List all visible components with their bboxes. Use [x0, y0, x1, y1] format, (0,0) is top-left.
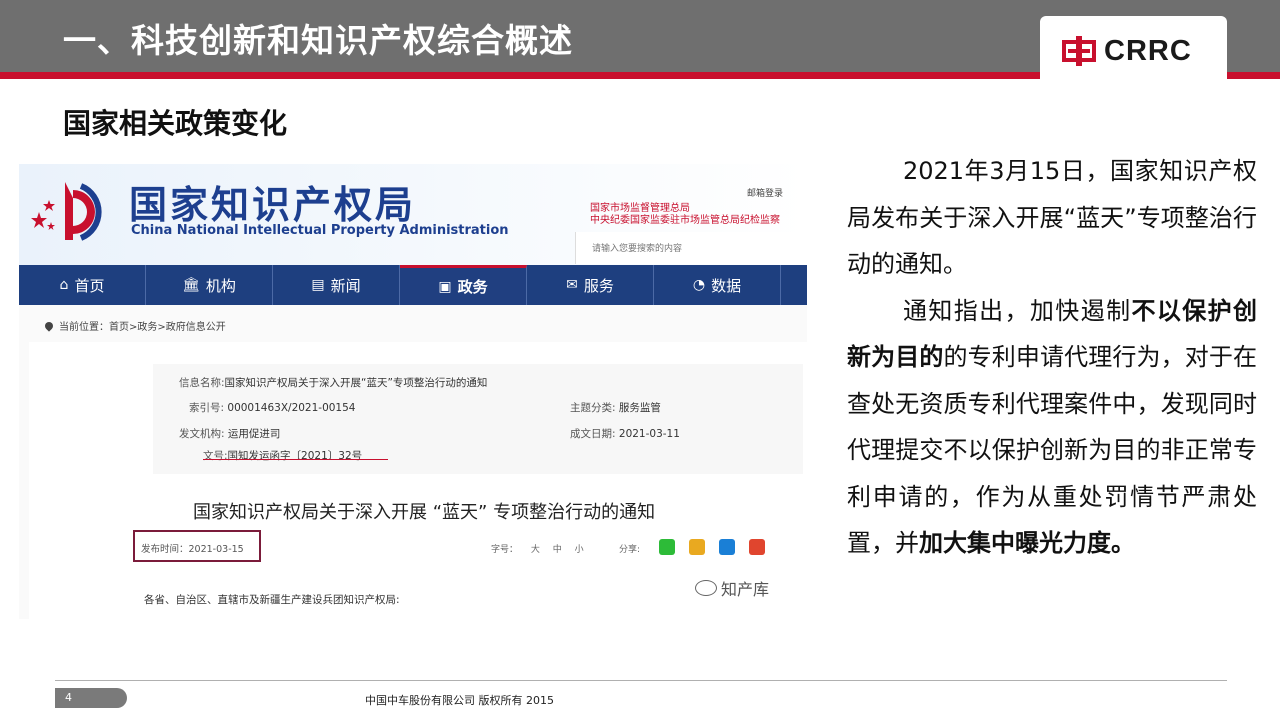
publish-date: 发布时间：2021-03-15	[141, 544, 244, 555]
news-icon: ▤	[311, 277, 325, 293]
nav-item-government[interactable]: ▣ 政务	[400, 265, 527, 305]
nav-label: 机构	[205, 276, 236, 295]
qzone-icon[interactable]	[689, 539, 705, 555]
cnipa-name-cn: 国家知识产权局	[129, 183, 417, 227]
service-icon: ✉	[566, 277, 578, 293]
crrc-logo: CRRC	[1040, 16, 1227, 120]
info-name: 信息名称:国家知识产权局关于深入开展“蓝天”专项整治行动的通知	[179, 377, 488, 389]
nav-item-news[interactable]: ▤ 新闻	[273, 265, 400, 305]
watermark: 知产库	[695, 576, 769, 600]
nav-label: 服务	[583, 276, 614, 295]
cnipa-nav: ⌂ 首页 🏛 机构 ▤ 新闻 ▣ 政务 ✉ 服务 ◔ 数据	[19, 265, 807, 305]
publish-date-highlight: 发布时间：2021-03-15	[133, 530, 261, 562]
nav-label: 新闻	[330, 276, 361, 295]
paragraph-1: 2021年3月15日，国家知识产权局发布关于深入开展“蓝天”专项整治行动的通知。	[847, 157, 1257, 278]
nav-item-service[interactable]: ✉ 服务	[527, 265, 654, 305]
nav-item-data[interactable]: ◔ 数据	[654, 265, 781, 305]
page-number: 4	[65, 691, 72, 704]
nav-item-home[interactable]: ⌂ 首页	[19, 265, 146, 305]
share-label: 分享:	[619, 545, 641, 555]
content-panel: 信息名称:国家知识产权局关于深入开展“蓝天”专项整治行动的通知 索引号: 000…	[29, 342, 807, 619]
institution-icon: 🏛	[182, 277, 200, 293]
info-issuer: 发文机构: 运用促进司	[179, 428, 281, 440]
page-number-badge: 4	[55, 688, 127, 708]
footer-divider	[55, 680, 1227, 681]
info-topic: 主题分类: 服务监管	[570, 402, 661, 414]
info-date: 成文日期: 2021-03-11	[570, 428, 680, 440]
cnipa-banner: 国家知识产权局 China National Intellectual Prop…	[19, 164, 807, 265]
document-body: 各省、自治区、直辖市及新疆生产建设兵团知识产权局:	[144, 594, 400, 606]
document-icon: ▣	[438, 278, 452, 295]
breadcrumb: 当前位置：首页>政务>政府信息公开	[43, 318, 226, 333]
slide: 一、科技创新和知识产权综合概述 CRRC 国家相关政策变化 国家知识产权局 Ch…	[0, 0, 1280, 720]
chart-icon: ◔	[692, 277, 706, 293]
info-index: 索引号: 00001463X/2021-00154	[189, 402, 356, 414]
paragraph-2: 通知指出，加快遏制不以保护创新为目的的专利申请代理行为，对于在查处无资质专利代理…	[847, 296, 1258, 558]
document-title: 国家知识产权局关于深入开展 “蓝天” 专项整治行动的通知	[193, 502, 656, 523]
search-placeholder: 请输入您要搜索的内容	[592, 244, 683, 254]
wechat-icon[interactable]	[659, 539, 675, 555]
page-title: 一、科技创新和知识产权综合概述	[63, 21, 573, 60]
breadcrumb-text[interactable]: 当前位置：首页>政务>政府信息公开	[59, 318, 226, 333]
font-size-control[interactable]: 字号： 大 中 小	[491, 542, 584, 555]
crrc-emblem-icon	[1062, 36, 1096, 66]
nav-label: 数据	[711, 276, 742, 295]
location-pin-icon	[43, 319, 55, 332]
login-link[interactable]: 邮箱登录	[747, 186, 783, 199]
qq-icon[interactable]	[719, 539, 735, 555]
cnipa-name-en: China National Intellectual Property Adm…	[131, 223, 509, 238]
cnipa-screenshot: 国家知识产权局 China National Intellectual Prop…	[19, 164, 807, 619]
docno-underline	[203, 459, 388, 460]
section-subtitle: 国家相关政策变化	[63, 107, 288, 140]
search-input[interactable]: 请输入您要搜索的内容	[575, 232, 807, 264]
discipline-link[interactable]: 中央纪委国家监委驻市场监管总局纪检监察	[590, 211, 780, 226]
cnipa-emblem-icon	[31, 182, 102, 241]
wechat-watermark-icon	[695, 580, 717, 596]
nav-label: 政务	[457, 278, 488, 296]
home-icon: ⌂	[59, 277, 69, 293]
description-text: 2021年3月15日，国家知识产权局发布关于深入开展“蓝天”专项整治行动的通知。…	[847, 148, 1257, 567]
copyright: 中国中车股份有限公司 版权所有 2015	[365, 694, 554, 707]
logo-text: CRRC	[1104, 34, 1192, 67]
nav-label: 首页	[74, 276, 105, 295]
info-docno: 文号:国知发运函字〔2021〕32号	[203, 450, 363, 462]
nav-item-institution[interactable]: 🏛 机构	[146, 265, 273, 305]
weibo-icon[interactable]	[749, 539, 765, 555]
